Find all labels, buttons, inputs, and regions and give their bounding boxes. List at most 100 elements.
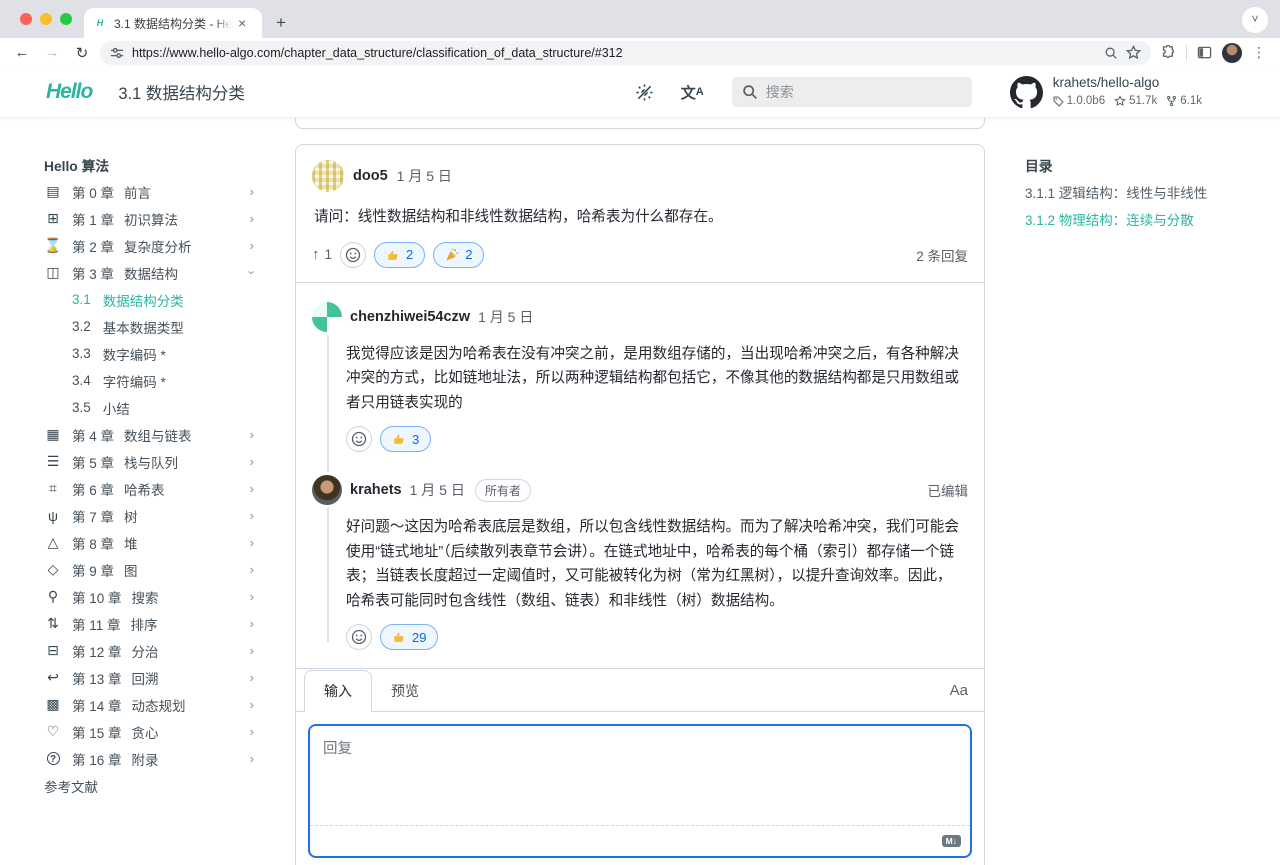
comment-reactions-row: 3 xyxy=(296,415,984,456)
upvote-count: 1 xyxy=(325,247,333,262)
sidebar-item-3-5[interactable]: 3.5 小结 xyxy=(44,394,254,421)
reaction-party[interactable]: 2 xyxy=(433,242,484,268)
page-title: 3.1 数据结构分类 xyxy=(118,80,245,104)
chevron-right-icon: › xyxy=(250,616,254,631)
tab-search-button[interactable]: ˅ xyxy=(1242,7,1268,33)
sidebar-item-chapter-3[interactable]: ◫ 第 3 章 数据结构 › xyxy=(44,259,254,286)
language-switch-icon[interactable]: 文A xyxy=(681,82,704,103)
side-panel-icon[interactable] xyxy=(1197,45,1212,60)
window-zoom-button[interactable] xyxy=(60,13,72,25)
tab-title: 3.1 数据结构分类 - Hello 算法 xyxy=(114,15,232,32)
browser-tab[interactable]: H 3.1 数据结构分类 - Hello 算法 × xyxy=(84,8,262,38)
site-favicon-icon: H xyxy=(92,15,108,31)
back-button[interactable]: ← xyxy=(10,44,34,61)
shapes-icon: ◫ xyxy=(44,264,62,281)
comment-author[interactable]: krahets xyxy=(350,482,402,498)
comment-author[interactable]: doo5 xyxy=(353,168,388,184)
reaction-thumbs-up[interactable]: 29 xyxy=(380,624,438,650)
avatar[interactable] xyxy=(312,475,342,505)
forward-button[interactable]: → xyxy=(40,44,64,61)
sidebar-item-3-3[interactable]: 3.3 数字编码 * xyxy=(44,340,254,367)
tab-write[interactable]: 输入 xyxy=(304,670,372,712)
site-header: Hello 3.1 数据结构分类 文A 搜索 krahets/hello-alg… xyxy=(0,67,1280,117)
comments-section: doo5 1 月 5 日 请问：线性数据结构和非线性数据结构，哈希表为什么都存在… xyxy=(280,117,1025,865)
sidebar-item-chapter-7[interactable]: ψ 第 7 章 树 › xyxy=(44,502,254,529)
sidebar-item-references[interactable]: 参考文献 xyxy=(44,772,254,799)
comment-body: 我觉得应该是因为哈希表在没有冲突之前，是用数组存储的，当出现哈希冲突之后，有各种… xyxy=(296,332,984,416)
sidebar-item-chapter-0[interactable]: ▤ 第 0 章 前言 › xyxy=(44,178,254,205)
toc-item-3-1-1[interactable]: 3.1.1 逻辑结构：线性与非线性 xyxy=(1025,178,1260,205)
site-settings-icon[interactable] xyxy=(110,46,124,60)
upvote-button[interactable]: ↑ 1 xyxy=(312,246,332,263)
reaction-count: 29 xyxy=(412,630,426,645)
add-reaction-button[interactable] xyxy=(346,426,372,452)
heap-icon: △ xyxy=(44,534,62,551)
sidebar-item-chapter-5[interactable]: ☰ 第 5 章 栈与队列 › xyxy=(44,448,254,475)
reaction-thumbs-up[interactable]: 2 xyxy=(374,242,425,268)
sidebar-site-title[interactable]: Hello 算法 xyxy=(44,151,254,178)
window-minimize-button[interactable] xyxy=(40,13,52,25)
sidebar-item-chapter-2[interactable]: ⌛ 第 2 章 复杂度分析 › xyxy=(44,232,254,259)
reply-comment: krahets 1 月 5 日 所有者 已编辑 好问题～这因为哈希表底层是数组，… xyxy=(296,456,984,654)
comment-date: 1 月 5 日 xyxy=(397,166,452,186)
hourglass-icon: ⌛ xyxy=(44,237,62,254)
sidebar-item-chapter-10[interactable]: ⚲ 第 10 章 搜索 › xyxy=(44,583,254,610)
window-controls xyxy=(20,13,72,25)
new-tab-button[interactable]: + xyxy=(276,14,286,31)
comment-body: 好问题～这因为哈希表底层是数组，所以包含线性数据结构。而为了解决哈希冲突，我们可… xyxy=(296,505,984,613)
add-reaction-button[interactable] xyxy=(340,242,366,268)
dp-icon: ▩ xyxy=(44,696,62,713)
comment-body: 请问：线性数据结构和非线性数据结构，哈希表为什么都存在。 xyxy=(296,192,984,230)
hash-icon: ⌗ xyxy=(44,480,62,497)
sidebar-item-chapter-12[interactable]: ⊟ 第 12 章 分治 › xyxy=(44,637,254,664)
sidebar-item-chapter-8[interactable]: △ 第 8 章 堆 › xyxy=(44,529,254,556)
sidebar-item-chapter-9[interactable]: ◇ 第 9 章 图 › xyxy=(44,556,254,583)
repo-forks: 6.1k xyxy=(1180,94,1202,108)
zoom-page-icon[interactable] xyxy=(1104,46,1118,60)
sidebar-item-3-2[interactable]: 3.2 基本数据类型 xyxy=(44,313,254,340)
tab-close-icon[interactable]: × xyxy=(238,15,246,31)
sidebar-item-chapter-14[interactable]: ▩ 第 14 章 动态规划 › xyxy=(44,691,254,718)
theme-toggle-icon[interactable] xyxy=(635,83,654,102)
bookmark-star-icon[interactable] xyxy=(1126,45,1141,60)
sidebar-item-chapter-11[interactable]: ⇅ 第 11 章 排序 › xyxy=(44,610,254,637)
url-text[interactable]: https://www.hello-algo.com/chapter_data_… xyxy=(132,46,1096,60)
reaction-count: 2 xyxy=(406,247,413,262)
address-bar[interactable]: https://www.hello-algo.com/chapter_data_… xyxy=(100,41,1151,65)
sidebar-item-chapter-13[interactable]: ↩ 第 13 章 回溯 › xyxy=(44,664,254,691)
browser-menu-icon[interactable]: ⋮ xyxy=(1252,44,1266,61)
sidebar-item-3-1[interactable]: 3.1 数据结构分类 xyxy=(44,286,254,313)
sidebar-item-chapter-6[interactable]: ⌗ 第 6 章 哈希表 › xyxy=(44,475,254,502)
chevron-right-icon: › xyxy=(250,697,254,712)
sidebar-nav: Hello 算法 ▤ 第 0 章 前言 › ⊞ 第 1 章 初识算法 › ⌛ 第… xyxy=(0,117,280,865)
markdown-icon[interactable]: M↓ xyxy=(942,835,961,848)
thumbs-up-icon xyxy=(392,630,406,644)
extensions-icon[interactable] xyxy=(1161,45,1176,60)
tab-preview[interactable]: 预览 xyxy=(372,671,438,711)
search-input[interactable]: 搜索 xyxy=(732,77,972,107)
sidebar-item-chapter-1[interactable]: ⊞ 第 1 章 初识算法 › xyxy=(44,205,254,232)
sidebar-item-3-4[interactable]: 3.4 字符编码 * xyxy=(44,367,254,394)
site-logo[interactable]: Hello xyxy=(46,80,92,104)
toc-item-3-1-2[interactable]: 3.1.2 物理结构：连续与分散 xyxy=(1025,205,1260,232)
tag-icon xyxy=(1053,96,1064,107)
profile-avatar[interactable] xyxy=(1222,43,1242,63)
question-circle-icon: ? xyxy=(47,752,60,765)
sidebar-item-chapter-16[interactable]: ? 第 16 章 附录 › xyxy=(44,745,254,772)
heart-icon: ♡ xyxy=(44,723,62,740)
reply-textarea[interactable] xyxy=(310,726,970,826)
window-close-button[interactable] xyxy=(20,13,32,25)
avatar[interactable] xyxy=(312,160,344,192)
comment-author[interactable]: chenzhiwei54czw xyxy=(350,309,470,325)
sidebar-item-chapter-4[interactable]: ▦ 第 4 章 数组与链表 › xyxy=(44,421,254,448)
comment-reactions-row: 29 xyxy=(296,613,984,654)
chevron-right-icon: › xyxy=(250,724,254,739)
avatar[interactable] xyxy=(312,302,342,332)
github-repo-link[interactable]: krahets/hello-algo 1.0.0b6 51.7k 6.1k xyxy=(1010,75,1202,108)
add-reaction-button[interactable] xyxy=(346,624,372,650)
repo-name: krahets/hello-algo xyxy=(1053,75,1202,92)
reload-button[interactable]: ↻ xyxy=(70,44,94,62)
sidebar-item-chapter-15[interactable]: ♡ 第 15 章 贪心 › xyxy=(44,718,254,745)
text-format-button[interactable]: Aa xyxy=(950,682,968,699)
reaction-thumbs-up[interactable]: 3 xyxy=(380,426,431,452)
